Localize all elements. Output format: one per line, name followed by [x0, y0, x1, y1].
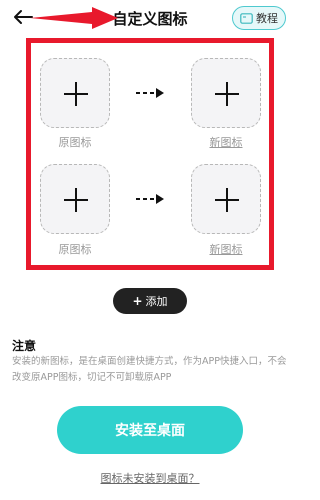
original-icon-slot-1[interactable] — [40, 58, 110, 128]
plus-icon — [215, 188, 239, 212]
notice-title: 注意 — [12, 339, 37, 353]
plus-icon — [64, 188, 88, 212]
add-plus-icon: + — [132, 294, 143, 308]
book-icon — [240, 12, 253, 24]
notice-text: 安装的新图标，是在桌面创建快捷方式，作为APP快捷入口，不会改变原APP图标，切… — [12, 356, 287, 383]
original-icon-slot-2[interactable] — [40, 164, 110, 234]
plus-icon — [215, 82, 239, 106]
dashed-arrow-icon — [136, 88, 164, 98]
original-icon-label: 原图标 — [58, 136, 92, 149]
icon-not-installed-help-link[interactable]: 图标未安装到桌面？ — [0, 470, 300, 486]
tutorial-label: 教程 — [256, 12, 278, 25]
plus-icon — [64, 82, 88, 106]
tutorial-button[interactable]: 教程 — [232, 6, 286, 30]
install-to-desktop-button[interactable]: 安装至桌面 — [57, 406, 243, 454]
add-button[interactable]: + 添加 — [113, 288, 187, 314]
add-button-label: 添加 — [145, 295, 168, 308]
new-icon-slot-2[interactable] — [191, 164, 261, 234]
annotation-arrow — [30, 7, 118, 29]
original-icon-label: 原图标 — [58, 243, 92, 256]
new-icon-label[interactable]: 新图标 — [191, 241, 261, 257]
new-icon-label[interactable]: 新图标 — [191, 134, 261, 150]
dashed-arrow-icon — [136, 194, 164, 204]
new-icon-slot-1[interactable] — [191, 58, 261, 128]
